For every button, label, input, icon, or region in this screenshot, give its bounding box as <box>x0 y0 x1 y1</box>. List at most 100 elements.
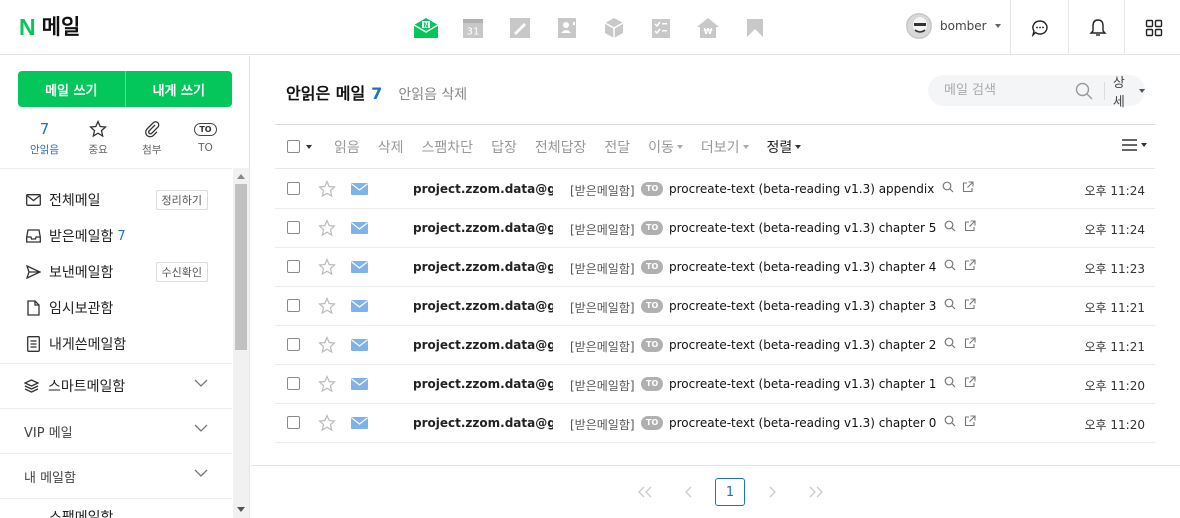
first-page-icon[interactable] <box>623 478 666 506</box>
spam-mailbox-section[interactable]: 스팸메일함 <box>0 502 232 518</box>
subject[interactable]: procreate-text (beta-reading v1.3) chapt… <box>669 338 936 352</box>
subject[interactable]: procreate-text (beta-reading v1.3) chapt… <box>669 416 936 430</box>
table-row[interactable]: project.zzom.data@gm... [받은메일함] TO procreat… <box>275 248 1155 287</box>
row-checkbox[interactable] <box>287 299 300 312</box>
current-page[interactable]: 1 <box>715 478 745 506</box>
unread-envelope-icon[interactable] <box>351 378 368 390</box>
subject[interactable]: procreate-text (beta-reading v1.3) chapt… <box>669 221 936 235</box>
unread-envelope-icon[interactable] <box>351 261 368 273</box>
open-new-window-icon[interactable] <box>964 337 976 349</box>
vip-mail-section[interactable]: VIP 메일 <box>0 409 232 453</box>
table-row[interactable]: project.zzom.data@gm... [받은메일함] TO procreat… <box>275 170 1155 209</box>
row-checkbox[interactable] <box>287 338 300 351</box>
list-view-button[interactable] <box>1122 139 1147 151</box>
organize-button[interactable]: 정리하기 <box>155 190 208 210</box>
sidebar-scrollbar[interactable] <box>233 168 249 518</box>
delete-button[interactable]: 삭제 <box>378 137 404 157</box>
contacts-icon[interactable] <box>552 14 581 41</box>
chat-button[interactable] <box>1010 0 1068 55</box>
subject[interactable]: procreate-text (beta-reading v1.3) appen… <box>669 182 934 196</box>
table-row[interactable]: project.zzom.data@gm... [받은메일함] TO procreat… <box>275 365 1155 404</box>
star-icon[interactable] <box>318 258 336 276</box>
naver-mail-logo[interactable]: N 메일 <box>19 14 80 40</box>
folder-all-mail[interactable]: 전체메일 정리하기 <box>0 182 232 218</box>
spam-block-button[interactable]: 스팸차단 <box>422 137 474 157</box>
move-button[interactable]: 이동 <box>648 137 683 157</box>
row-checkbox[interactable] <box>287 182 300 195</box>
preview-search-icon[interactable] <box>942 181 954 193</box>
delete-unread-button[interactable]: 안읽음 삭제 <box>398 84 467 104</box>
box-icon[interactable] <box>599 14 628 41</box>
preview-search-icon[interactable] <box>944 415 956 427</box>
table-row[interactable]: project.zzom.data@gm... [받은메일함] TO procreat… <box>275 326 1155 365</box>
subject[interactable]: procreate-text (beta-reading v1.3) chapt… <box>669 377 936 391</box>
row-checkbox[interactable] <box>287 221 300 234</box>
folder-sent[interactable]: 보낸메일함 수신확인 <box>0 254 232 290</box>
checkbox[interactable] <box>287 140 300 153</box>
preview-search-icon[interactable] <box>944 337 956 349</box>
sender[interactable]: project.zzom.data@gm... <box>413 299 553 313</box>
memo-icon[interactable] <box>505 14 534 41</box>
open-new-window-icon[interactable] <box>964 376 976 388</box>
reply-button[interactable]: 답장 <box>491 137 517 157</box>
unread-envelope-icon[interactable] <box>351 417 368 429</box>
notification-button[interactable] <box>1068 0 1126 55</box>
detail-search-button[interactable]: 상세 <box>1113 72 1146 110</box>
unread-envelope-icon[interactable] <box>351 222 368 234</box>
sort-button[interactable]: 정렬 <box>767 137 802 157</box>
more-button[interactable]: 더보기 <box>701 137 749 157</box>
subject[interactable]: procreate-text (beta-reading v1.3) chapt… <box>669 260 936 274</box>
star-icon[interactable] <box>318 297 336 315</box>
scroll-down-arrow[interactable] <box>237 507 245 512</box>
sender[interactable]: project.zzom.data@gm... <box>413 182 553 196</box>
calendar-icon[interactable]: 31 <box>458 14 487 41</box>
row-checkbox[interactable] <box>287 416 300 429</box>
sender[interactable]: project.zzom.data@gm... <box>413 377 553 391</box>
row-checkbox[interactable] <box>287 377 300 390</box>
preview-search-icon[interactable] <box>944 220 956 232</box>
read-receipt-button[interactable]: 수신확인 <box>155 262 208 282</box>
open-new-window-icon[interactable] <box>964 220 976 232</box>
prev-page-icon[interactable] <box>666 478 709 506</box>
quick-unread[interactable]: 7 안읽음 <box>18 119 71 157</box>
folder-inbox[interactable]: 받은메일함 7 <box>0 218 232 254</box>
table-row[interactable]: project.zzom.data@gm... [받은메일함] TO procreat… <box>275 209 1155 248</box>
scroll-up-arrow[interactable] <box>237 174 245 179</box>
mail-app-icon[interactable]: N <box>411 14 440 41</box>
open-new-window-icon[interactable] <box>964 415 976 427</box>
preview-search-icon[interactable] <box>944 376 956 388</box>
preview-search-icon[interactable] <box>944 259 956 271</box>
unread-envelope-icon[interactable] <box>351 183 368 195</box>
star-icon[interactable] <box>318 219 336 237</box>
user-menu[interactable]: bomber <box>906 13 1001 39</box>
reply-all-button[interactable]: 전체답장 <box>535 137 587 157</box>
open-new-window-icon[interactable] <box>962 181 974 193</box>
folder-self[interactable]: 내게쓴메일함 <box>0 326 232 362</box>
select-all-checkbox[interactable] <box>287 140 312 153</box>
preview-search-icon[interactable] <box>944 298 956 310</box>
scrollbar-thumb[interactable] <box>235 184 247 350</box>
open-new-window-icon[interactable] <box>964 298 976 310</box>
unread-envelope-icon[interactable] <box>351 300 368 312</box>
sender[interactable]: project.zzom.data@gm... <box>413 338 553 352</box>
star-icon[interactable] <box>318 414 336 432</box>
write-mail-button[interactable]: 메일 쓰기 <box>18 71 125 107</box>
write-to-self-button[interactable]: 내게 쓰기 <box>126 71 233 107</box>
chevron-down-icon[interactable] <box>306 144 312 149</box>
all-services-button[interactable] <box>1124 0 1180 55</box>
bookmark-icon[interactable] <box>740 14 769 41</box>
my-mailbox-section[interactable]: 내 메일함 <box>0 454 232 498</box>
table-row[interactable]: project.zzom.data@gm... [받은메일함] TO procreat… <box>275 287 1155 326</box>
search-icon[interactable] <box>1074 82 1095 100</box>
mark-read-button[interactable]: 읽음 <box>334 137 360 157</box>
star-icon[interactable] <box>318 180 336 198</box>
sender[interactable]: project.zzom.data@gm... <box>413 416 553 430</box>
folder-drafts[interactable]: 임시보관함 <box>0 290 232 326</box>
sender[interactable]: project.zzom.data@gm... <box>413 221 553 235</box>
todo-icon[interactable] <box>646 14 675 41</box>
sender[interactable]: project.zzom.data@gm... <box>413 260 553 274</box>
home-icon[interactable]: ₩ <box>693 14 722 41</box>
quick-to-me[interactable]: TO TO <box>179 119 232 157</box>
unread-envelope-icon[interactable] <box>351 339 368 351</box>
quick-important[interactable]: 중요 <box>72 119 125 157</box>
